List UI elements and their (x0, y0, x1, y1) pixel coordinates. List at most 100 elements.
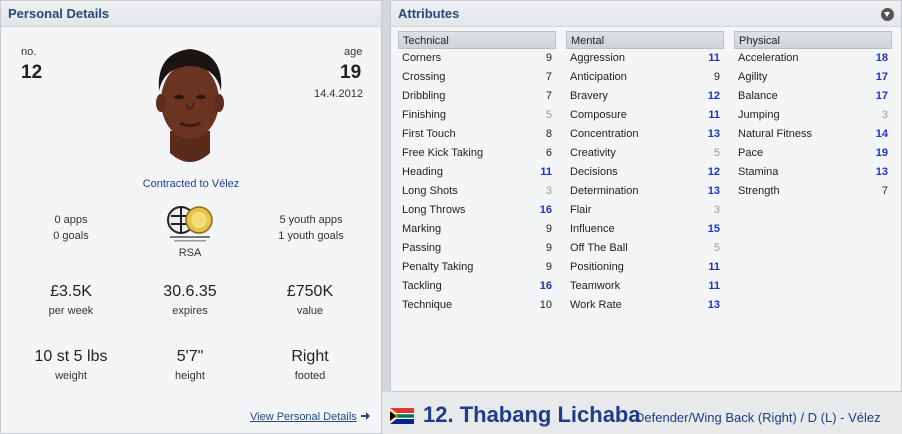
technical-column: Technical Corners 9 Crossing 7 Dribbling 7 Fin… (398, 31, 556, 315)
attribute-value: 13 (707, 299, 720, 311)
attribute-row-long-shots[interactable]: Long Shots 3 (398, 182, 556, 201)
attribute-row-tackling[interactable]: Tackling 16 (398, 277, 556, 296)
attribute-value: 13 (707, 128, 720, 140)
attribute-value: 13 (707, 185, 720, 197)
personal-details-title: Personal Details (1, 1, 381, 27)
attribute-value: 7 (881, 185, 888, 197)
player-name: 12. Thabang Lichaba (423, 402, 641, 427)
attribute-row-finishing[interactable]: Finishing 5 (398, 106, 556, 125)
attribute-value: 9 (545, 261, 552, 273)
attribute-name: Finishing (402, 109, 447, 121)
attribute-row-heading[interactable]: Heading 11 (398, 163, 556, 182)
attribute-name: Heading (402, 166, 443, 178)
attribute-row-flair[interactable]: Flair 3 (566, 201, 724, 220)
youth-apps: 5 youth apps (279, 214, 343, 226)
attribute-value: 3 (545, 185, 552, 197)
attribute-row-concentration[interactable]: Concentration 13 (566, 125, 724, 144)
attribute-name: Anticipation (570, 71, 627, 83)
attribute-name: Natural Fitness (738, 128, 812, 140)
attribute-value: 9 (713, 71, 720, 83)
attribute-value: 11 (708, 261, 720, 273)
attribute-name: Acceleration (738, 52, 799, 64)
physical-header: Physical (734, 31, 892, 49)
attribute-row-determination[interactable]: Determination 13 (566, 182, 724, 201)
attribute-value: 5 (713, 242, 720, 254)
attribute-row-aggression[interactable]: Aggression 11 (566, 49, 724, 68)
attribute-row-agility[interactable]: Agility 17 (734, 68, 892, 87)
attribute-value: 11 (540, 166, 552, 178)
attribute-name: Influence (570, 223, 615, 235)
mental-column: Mental Aggression 11 Anticipation 9 Bravery 1… (566, 31, 724, 315)
weight-label: weight (55, 370, 87, 382)
attribute-name: Positioning (570, 261, 624, 273)
physical-column: Physical Acceleration 18 Agility 17 Balance 1… (734, 31, 892, 201)
attributes-title: Attributes (391, 1, 901, 27)
view-personal-details-link[interactable]: View Personal Details (250, 407, 371, 425)
attribute-row-bravery[interactable]: Bravery 12 (566, 87, 724, 106)
attribute-row-dribbling[interactable]: Dribbling 7 (398, 87, 556, 106)
technical-header: Technical (398, 31, 556, 49)
attribute-row-technique[interactable]: Technique 10 (398, 296, 556, 315)
attribute-row-long-throws[interactable]: Long Throws 16 (398, 201, 556, 220)
attribute-row-decisions[interactable]: Decisions 12 (566, 163, 724, 182)
attribute-row-penalty-taking[interactable]: Penalty Taking 9 (398, 258, 556, 277)
attribute-value: 17 (875, 71, 888, 83)
attribute-name: Corners (402, 52, 442, 64)
attribute-row-positioning[interactable]: Positioning 11 (566, 258, 724, 277)
attribute-row-balance[interactable]: Balance 17 (734, 87, 892, 106)
attribute-name: Flair (570, 204, 592, 216)
attribute-row-crossing[interactable]: Crossing 7 (398, 68, 556, 87)
personal-details-panel: Personal Details no. 12 age 19 14.4.2012… (0, 0, 382, 434)
attribute-value: 12 (707, 90, 720, 102)
attribute-name: Pace (738, 147, 764, 159)
attribute-row-passing[interactable]: Passing 9 (398, 239, 556, 258)
attribute-value: 11 (708, 52, 720, 64)
attribute-row-jumping[interactable]: Jumping 3 (734, 106, 892, 125)
attribute-name: Marking (402, 223, 442, 235)
attribute-row-first-touch[interactable]: First Touch 8 (398, 125, 556, 144)
attribute-row-work-rate[interactable]: Work Rate 13 (566, 296, 724, 315)
collapse-menu-icon[interactable] (881, 8, 894, 21)
attribute-value: 9 (545, 52, 552, 64)
attribute-row-teamwork[interactable]: Teamwork 11 (566, 277, 724, 296)
attribute-row-stamina[interactable]: Stamina 13 (734, 163, 892, 182)
attribute-name: Technique (402, 299, 453, 311)
contract-expiry-label: expires (172, 305, 208, 317)
attribute-value: 5 (545, 109, 552, 121)
attribute-row-creativity[interactable]: Creativity 5 (566, 144, 724, 163)
attribute-row-corners[interactable]: Corners 9 (398, 49, 556, 68)
attribute-value: 7 (545, 71, 552, 83)
attribute-row-marking[interactable]: Marking 9 (398, 220, 556, 239)
senior-goals: 0 goals (53, 230, 89, 242)
attribute-name: Strength (738, 185, 780, 197)
attribute-row-free-kick-taking[interactable]: Free Kick Taking 6 (398, 144, 556, 163)
attribute-name: Composure (570, 109, 627, 121)
height-label: height (175, 370, 205, 382)
attribute-name: Dribbling (402, 90, 446, 102)
mental-header: Mental (566, 31, 724, 49)
attribute-value: 7 (545, 90, 552, 102)
wage-value: £3.5K (50, 283, 92, 300)
attribute-row-off-the-ball[interactable]: Off The Ball 5 (566, 239, 724, 258)
attribute-name: Balance (738, 90, 778, 102)
attribute-value: 15 (707, 223, 720, 235)
attribute-name: Work Rate (570, 299, 622, 311)
attribute-row-acceleration[interactable]: Acceleration 18 (734, 49, 892, 68)
attribute-value: 13 (875, 166, 888, 178)
attribute-value: 10 (539, 299, 552, 311)
attribute-value: 11 (708, 109, 720, 121)
wage-label: per week (48, 305, 94, 317)
attribute-name: Concentration (570, 128, 639, 140)
attribute-row-composure[interactable]: Composure 11 (566, 106, 724, 125)
attribute-value: 6 (545, 147, 552, 159)
squad-number: 12 (21, 62, 43, 83)
attributes-panel: Attributes Technical Corners 9 Crossing 7 Dr… (390, 0, 902, 392)
attribute-row-strength[interactable]: Strength 7 (734, 182, 892, 201)
attribute-row-pace[interactable]: Pace 19 (734, 144, 892, 163)
attribute-value: 19 (875, 147, 888, 159)
attribute-row-influence[interactable]: Influence 15 (566, 220, 724, 239)
attribute-row-anticipation[interactable]: Anticipation 9 (566, 68, 724, 87)
attribute-row-natural-fitness[interactable]: Natural Fitness 14 (734, 125, 892, 144)
arrow-right-icon (361, 411, 371, 420)
attribute-name: Passing (402, 242, 442, 254)
